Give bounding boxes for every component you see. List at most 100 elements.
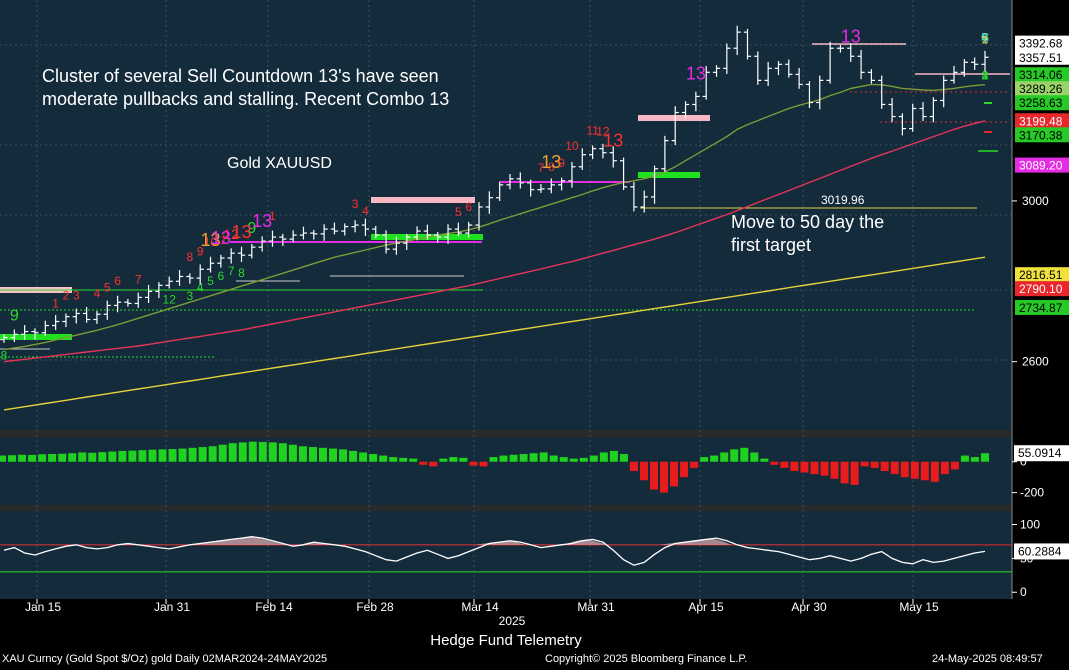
momentum-bar (208, 446, 217, 462)
momentum-bar (439, 458, 448, 462)
td-count-label: 3 (187, 289, 194, 303)
momentum-bar (328, 448, 338, 462)
momentum-bar (198, 447, 207, 462)
td-count-label: 8 (1, 349, 8, 363)
x-tick-label: Feb 14 (255, 600, 293, 614)
momentum-bar (960, 455, 969, 462)
td-count-label: 13 (603, 131, 623, 151)
momentum-bar (28, 454, 37, 462)
momentum-bar (790, 461, 799, 471)
td-count-label: 5 (104, 280, 111, 294)
footer-left: XAU Curncy (Gold Spot $/Oz) gold Daily 0… (2, 653, 328, 665)
momentum-bar (840, 461, 849, 484)
momentum-bar (860, 461, 869, 467)
td-count-label: 1 (269, 209, 276, 223)
td-count-label: 4 (982, 68, 989, 82)
momentum-bar (449, 457, 458, 462)
momentum-bar (38, 454, 47, 462)
momentum-bar (248, 441, 257, 462)
momentum-value-label: 55.0914 (1018, 446, 1062, 460)
momentum-bar (519, 454, 528, 462)
momentum-bar (930, 461, 939, 482)
y-tick-label: 100 (1020, 518, 1040, 532)
x-tick-label: Mar 14 (461, 600, 499, 614)
tdst-resistance (371, 197, 475, 203)
momentum-bar (288, 444, 297, 462)
momentum-bar (740, 447, 749, 462)
momentum-bar (680, 461, 689, 478)
momentum-bar (218, 444, 227, 462)
momentum-bar (138, 450, 147, 462)
td-count-label: 13 (686, 63, 706, 83)
tdst-resistance (638, 115, 710, 121)
x-tick-label: Jan 31 (154, 600, 190, 614)
momentum-bar (720, 452, 729, 462)
price-label-text: 3089.20 (1019, 159, 1063, 173)
momentum-bar (48, 454, 57, 462)
momentum-bar (409, 458, 418, 462)
td-count-label: 4 (94, 286, 101, 300)
x-tick-label: Jan 15 (25, 600, 61, 614)
y-tick-label: 0 (1020, 585, 1027, 599)
tdst-support (638, 172, 700, 178)
x-tick-label: May 15 (899, 600, 939, 614)
momentum-bar (188, 447, 197, 462)
momentum-bar (178, 448, 187, 462)
panel-divider[interactable] (0, 505, 1012, 511)
momentum-bar (670, 461, 679, 487)
price-label-text: 3258.63 (1019, 96, 1063, 110)
momentum-bar (278, 443, 287, 462)
td-count-label: 7 (135, 272, 142, 286)
td-count-label: 12 (163, 292, 177, 306)
td-count-label: 7 (228, 264, 235, 278)
price-label-text: 2734.87 (1019, 301, 1063, 315)
momentum-bar (399, 457, 408, 462)
momentum-bar (660, 461, 669, 493)
momentum-bar (980, 453, 990, 462)
momentum-bar (579, 457, 588, 462)
momentum-bar (168, 449, 177, 462)
momentum-bar (499, 455, 508, 462)
td-count-label: 4 (197, 280, 204, 294)
momentum-bar (820, 461, 829, 476)
momentum-bar (359, 452, 368, 462)
td-count-label: 5 (455, 205, 462, 219)
momentum-bar (609, 450, 618, 462)
momentum-bar (68, 453, 77, 462)
td-count-label: 3 (352, 197, 359, 211)
momentum-bar (559, 457, 568, 462)
td-count-label: 8 (238, 266, 245, 280)
target-annotation-line2: first target (731, 235, 812, 255)
td-count-label: 9 (10, 307, 19, 324)
momentum-bar (8, 455, 17, 462)
momentum-bar (880, 461, 889, 471)
momentum-bar (730, 449, 739, 462)
level-label: 3019.96 (821, 193, 865, 207)
momentum-bar (158, 449, 167, 462)
price-label-text: 3170.38 (1019, 128, 1063, 142)
momentum-bar (920, 461, 929, 481)
momentum-bar (349, 450, 358, 462)
momentum-bar (369, 454, 378, 462)
x-tick-label: Feb 28 (356, 600, 394, 614)
momentum-bar (238, 442, 247, 462)
instrument-title: Gold XAUUSD (227, 155, 332, 172)
momentum-bar (850, 461, 859, 485)
momentum-bar (0, 455, 7, 462)
price-label-text: 2790.10 (1019, 282, 1063, 296)
momentum-bar (489, 457, 498, 462)
momentum-bar (529, 453, 538, 462)
momentum-bar (459, 457, 468, 462)
panel-divider[interactable] (0, 430, 1012, 437)
momentum-bar (389, 457, 398, 462)
momentum-bar (128, 450, 137, 462)
momentum-bar (268, 442, 277, 462)
momentum-bar (339, 449, 348, 462)
price-label-text: 3199.48 (1019, 114, 1063, 128)
momentum-bar (770, 461, 779, 465)
td-count-label: 5 (207, 274, 214, 288)
td-count-label: 2 (982, 34, 988, 46)
momentum-bar (940, 461, 949, 475)
momentum-bar (298, 446, 307, 462)
momentum-bar (629, 461, 638, 471)
